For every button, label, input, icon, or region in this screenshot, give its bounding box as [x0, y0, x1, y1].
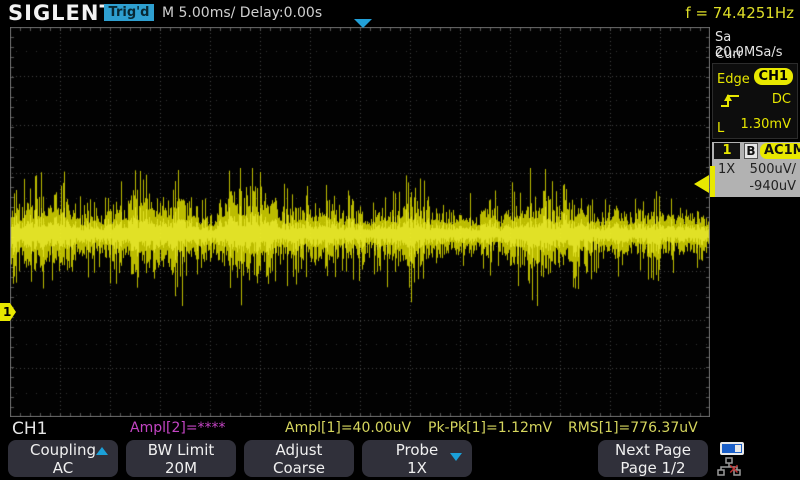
- coupling-button[interactable]: Coupling AC: [8, 440, 118, 477]
- trigger-source-badge[interactable]: CH1: [754, 68, 793, 85]
- measure-rms1: RMS[1]=776.37uV: [568, 420, 698, 436]
- channel1-number-badge[interactable]: 1: [714, 143, 740, 159]
- trigger-type-label: Edge: [717, 72, 750, 87]
- channel1-active-strip: [710, 166, 715, 197]
- frequency-counter: f = 74.4251Hz: [685, 4, 794, 22]
- trigger-status-badge: Trig'd: [104, 4, 154, 21]
- bandwidth-limit-badge: B: [744, 143, 758, 159]
- probe-attenuation-value: 1X: [718, 162, 735, 177]
- usb-icon: [720, 442, 744, 455]
- bw-limit-button[interactable]: BW Limit 20M: [126, 440, 236, 477]
- rising-edge-icon: [717, 92, 743, 110]
- volts-per-div-value: 500uV/: [750, 162, 796, 177]
- brand-logo: SIGLENT: [8, 1, 115, 25]
- trigger-panel[interactable]: Edge CH1 DC L 1.30mV: [712, 63, 798, 139]
- probe-button-value: 1X: [362, 459, 472, 477]
- measure-pkpk1: Pk-Pk[1]=1.12mV: [428, 420, 552, 436]
- probe-button[interactable]: Probe 1X: [362, 440, 472, 477]
- waveform-canvas: [10, 27, 710, 417]
- bw-limit-button-label: BW Limit: [126, 441, 236, 459]
- timebase-readout: M 5.00ms/ Delay:0.00s: [162, 5, 322, 21]
- next-page-button-label: Next Page: [598, 441, 708, 459]
- trigger-level-icon[interactable]: [694, 175, 709, 193]
- next-page-button[interactable]: Next Page Page 1/2: [598, 440, 708, 477]
- oscilloscope-screen: SIGLENT Trig'd M 5.00ms/ Delay:0.00s f =…: [0, 0, 800, 480]
- chevron-up-icon: [96, 447, 108, 455]
- chevron-down-icon: [450, 453, 462, 461]
- channel-offset-value: -940uV: [749, 179, 796, 194]
- trigger-position-icon[interactable]: [354, 19, 372, 28]
- channel1-coupling-badge: AC1M: [760, 143, 800, 159]
- measure-ampl2: Ampl[2]=****: [130, 420, 226, 436]
- trigger-level-value: 1.30mV: [740, 117, 791, 132]
- bw-limit-button-value: 20M: [126, 459, 236, 477]
- channel1-panel[interactable]: 1 B AC1M 1X 500uV/ -940uV: [712, 142, 800, 197]
- measure-channel-label: CH1: [12, 419, 47, 439]
- adjust-button-label: Adjust: [244, 441, 354, 459]
- trigger-coupling-value: DC: [772, 92, 791, 107]
- lan-disconnected-x-icon: ✕: [728, 462, 740, 478]
- coupling-button-value: AC: [8, 459, 118, 477]
- adjust-button-value: Coarse: [244, 459, 354, 477]
- waveform-display: [10, 27, 710, 417]
- measure-ampl1: Ampl[1]=40.00uV: [285, 420, 411, 436]
- adjust-button[interactable]: Adjust Coarse: [244, 440, 354, 477]
- next-page-button-value: Page 1/2: [598, 459, 708, 477]
- trigger-level-label: L: [717, 121, 724, 136]
